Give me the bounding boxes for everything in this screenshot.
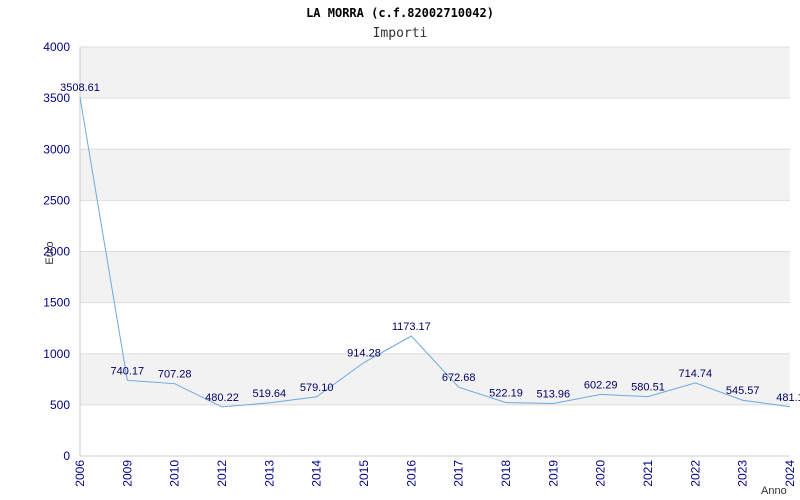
data-label: 579.10 [300, 382, 334, 394]
data-label: 481.1 [776, 392, 800, 404]
data-label: 602.29 [584, 379, 618, 391]
y-tick-label: 3000 [43, 142, 70, 156]
x-tick-label: 2018 [499, 460, 513, 487]
x-tick-labels: 2006 2009 2010 2012 2013 2014 2015 2016 2017 2018… [73, 460, 797, 487]
data-label: 3508.61 [60, 82, 100, 94]
grid-bands [80, 47, 790, 405]
data-label: 480.22 [205, 392, 239, 404]
line-chart: 05001000150020002500300035004000 2006 200… [43, 6, 800, 497]
chart-subtitle: Importi [373, 26, 428, 41]
y-tick-label: 500 [50, 398, 70, 412]
x-tick-label: 2017 [452, 460, 466, 487]
x-tick-label: 2009 [120, 460, 134, 487]
data-label: 707.28 [158, 369, 192, 381]
x-tick-label: 2021 [641, 460, 655, 487]
chart-title: LA MORRA (c.f.82002710042) [306, 6, 494, 20]
x-tick-label: 2010 [168, 460, 182, 487]
x-tick-label: 2016 [404, 460, 418, 487]
y-tick-label: 0 [63, 449, 70, 463]
grid-band [80, 251, 790, 303]
grid-band [80, 47, 790, 99]
data-label: 672.68 [442, 372, 476, 384]
data-label: 914.28 [347, 348, 381, 360]
x-tick-label: 2024 [783, 460, 797, 487]
data-label: 522.19 [489, 388, 523, 400]
data-label: 519.64 [253, 388, 287, 400]
x-tick-label: 2023 [736, 460, 750, 487]
grid-band [80, 149, 790, 201]
x-tick-label: 2022 [688, 460, 702, 487]
y-tick-label: 1500 [43, 296, 70, 310]
x-axis-label: Anno [761, 485, 787, 497]
x-tick-label: 2013 [262, 460, 276, 487]
x-tick-label: 2014 [310, 460, 324, 487]
data-label: 740.17 [111, 365, 145, 377]
y-tick-label: 1000 [43, 347, 70, 361]
x-tick-label: 2012 [215, 460, 229, 487]
x-tick-label: 2006 [73, 460, 87, 487]
y-tick-label: 2500 [43, 193, 70, 207]
data-label: 513.96 [537, 388, 571, 400]
data-label: 1173.17 [392, 321, 431, 333]
data-label: 714.74 [679, 368, 713, 380]
x-tick-label: 2015 [357, 460, 371, 487]
data-label: 580.51 [631, 382, 665, 394]
x-tick-label: 2019 [546, 460, 560, 487]
y-axis-label: Euro [44, 241, 56, 264]
x-tick-label: 2020 [594, 460, 608, 487]
y-tick-label: 4000 [43, 40, 70, 54]
data-label: 545.57 [726, 385, 760, 397]
